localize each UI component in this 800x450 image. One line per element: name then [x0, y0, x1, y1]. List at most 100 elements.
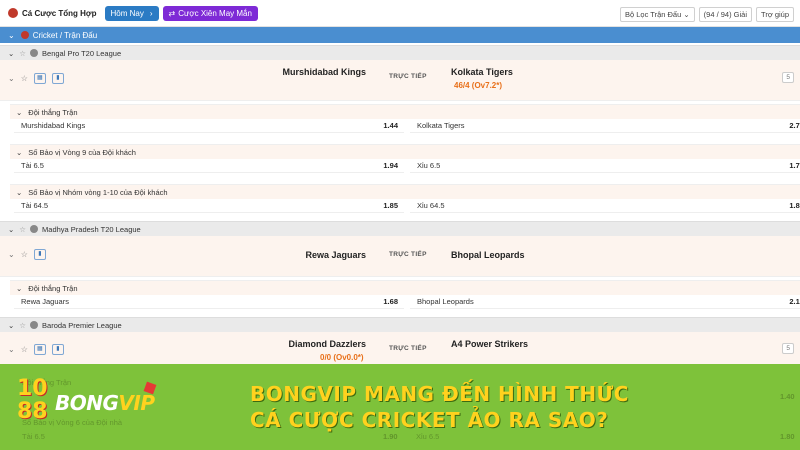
home-team: Murshidabad Kings	[282, 67, 366, 77]
odds-cell[interactable]: Tài 6.5 1.94	[14, 159, 404, 173]
away-team: Kolkata Tigers	[451, 67, 513, 77]
away-team: A4 Power Strikers	[451, 339, 529, 349]
league-name: Madhya Pradesh T20 League	[42, 224, 141, 234]
chevron-right-icon: ⇄	[168, 8, 176, 18]
odds-cell[interactable]: Murshidabad Kings 1.44	[14, 119, 404, 133]
league-icon	[30, 225, 39, 233]
odds-cell[interactable]: Xỉu 6.51.77	[410, 159, 800, 173]
odds-value: 1.68	[383, 297, 398, 306]
match-filter-dropdown[interactable]: Bộ Lọc Trận Đấu ⌄	[619, 7, 695, 22]
odds-row: Rewa Jaguars1.68 Bhopal Leopards2.14	[14, 295, 800, 309]
home-team: Rewa Jaguars	[305, 250, 366, 260]
match-controls: ⌄ ☆ ▦ ▮	[8, 344, 64, 355]
chevron-down-icon: ⌄	[16, 107, 23, 117]
chevron-down-icon[interactable]: ⌄	[8, 345, 15, 354]
home-team: Diamond Dazzlers	[288, 339, 366, 349]
faint-label: Tài 6.5	[22, 432, 45, 441]
star-icon[interactable]: ☆	[21, 250, 28, 259]
league-name: Bengal Pro T20 League	[42, 48, 122, 58]
league-header[interactable]: ⌄ ☆ Bengal Pro T20 League	[0, 45, 800, 60]
odds-value: 2.71	[789, 121, 800, 130]
odds-value: 2.14	[789, 297, 800, 306]
faint-odds: 1.90	[383, 432, 398, 441]
odds-row: Tài 64.51.85 Xỉu 64.51.85	[14, 199, 800, 213]
star-icon[interactable]: ☆	[19, 49, 26, 58]
section-header[interactable]: ⌄ Cricket / Trận Đấu	[0, 27, 800, 43]
league-name: Baroda Premier League	[42, 320, 122, 330]
help-button[interactable]: Trợ giúp	[756, 7, 794, 22]
right-controls: Bộ Lọc Trận Đấu ⌄ (94 / 94) Giải Trợ giú…	[619, 7, 794, 22]
today-button[interactable]: Hôm Nay ›	[104, 5, 159, 21]
chevron-down-icon[interactable]: ⌄	[8, 74, 15, 83]
star-icon[interactable]: ☆	[19, 321, 26, 330]
more-markets-badge[interactable]: 5	[782, 72, 794, 83]
live-status: TRỰC TIẾP	[389, 73, 427, 80]
stats-icon[interactable]: ▮	[33, 249, 46, 260]
odds-cell[interactable]: Tài 64.5 1.85	[14, 199, 404, 213]
bongvip-logo: 10 88 BONGVIP	[17, 378, 187, 433]
chevron-down-icon: ⌄	[8, 224, 15, 234]
match-info-icon[interactable]: ▦	[33, 73, 46, 84]
odds-cell[interactable]: Kolkata Tigers2.71	[410, 119, 800, 133]
star-icon[interactable]: ☆	[19, 225, 26, 234]
market-header[interactable]: ⌄ Số Bảo vị Vòng 9 của Đội khách	[10, 144, 800, 159]
market-header[interactable]: ⌄ Đội thắng Trận	[10, 280, 800, 295]
chevron-down-icon: ⌄	[683, 10, 690, 19]
section-title: Cricket / Trận Đấu	[32, 30, 98, 40]
headline-line-2: CÁ CƯỢC CRICKET ẢO RA SAO?	[250, 408, 609, 432]
market-header[interactable]: ⌄ Số Bảo vị Nhóm vòng 1-10 của Đội khách	[10, 184, 800, 199]
lucky-parlay-label: Cược Xiên May Mắn	[178, 8, 252, 18]
star-icon[interactable]: ☆	[21, 345, 28, 354]
faint-label: Xỉu 6.5	[416, 432, 440, 441]
chevron-down-icon: ⌄	[8, 48, 15, 58]
match-controls: ⌄ ☆ ▦ ▮	[8, 73, 64, 84]
odds-cell[interactable]: Xỉu 64.51.85	[410, 199, 800, 213]
live-score: 46/4 (Ov7.2*)	[454, 81, 503, 90]
chevron-down-icon: ⌄	[16, 283, 23, 293]
logo-number-bottom: 88	[17, 399, 48, 424]
league-icon	[30, 321, 39, 329]
odds-cell[interactable]: Bhopal Leopards2.14	[410, 295, 800, 309]
chevron-down-icon: ⌄	[8, 320, 15, 330]
cricket-ball-icon	[8, 8, 18, 18]
match-row[interactable]: ⌄ ☆ ▮ Rewa Jaguars TRỰC TIẾP Bhopal Leop…	[0, 236, 800, 277]
league-icon	[30, 49, 39, 57]
chevron-down-icon: ⌄	[16, 147, 23, 157]
odds-value: 1.44	[383, 121, 398, 130]
top-bar: Cá Cược Tổng Hợp Hôm Nay › ⇄ Cược Xiên M…	[0, 0, 800, 27]
odds-row: Murshidabad Kings1.44 Kolkata Tigers2.71	[14, 119, 800, 133]
logo-number-top: 10	[17, 376, 48, 401]
chevron-down-icon: ⌄	[16, 187, 23, 197]
cricket-ball-icon	[20, 31, 29, 39]
chevron-down-icon[interactable]: ⌄	[8, 250, 15, 259]
banner-headline: BONGVIP MANG ĐẾN HÌNH THỨC CÁ CƯỢC CRICK…	[250, 381, 629, 433]
chevron-right-icon: ›	[149, 8, 153, 18]
league-count[interactable]: (94 / 94) Giải	[698, 7, 753, 22]
stats-icon[interactable]: ▮	[51, 344, 64, 355]
logo-wordmark: BONGVIP	[55, 391, 155, 415]
live-score: 0/0 (Ov0.0*)	[320, 353, 364, 362]
more-markets-badge[interactable]: 5	[782, 343, 794, 354]
star-icon[interactable]: ☆	[21, 74, 28, 83]
chevron-down-icon: ⌄	[8, 30, 15, 40]
match-controls: ⌄ ☆ ▮	[8, 249, 46, 260]
odds-value: 1.77	[789, 161, 800, 170]
away-team: Bhopal Leopards	[451, 250, 525, 260]
market-title: Đội thắng Trận	[28, 283, 78, 293]
league-header[interactable]: ⌄ ☆ Baroda Premier League	[0, 317, 800, 332]
match-info-icon[interactable]: ▦	[33, 344, 46, 355]
market-header[interactable]: ⌄ Đội thắng Trận	[10, 104, 800, 119]
today-button-label: Hôm Nay	[110, 8, 144, 18]
market-title: Số Bảo vị Nhóm vòng 1-10 của Đội khách	[28, 187, 168, 197]
match-row[interactable]: ⌄ ☆ ▦ ▮ Diamond Dazzlers TRỰC TIẾP A4 Po…	[0, 332, 800, 365]
lucky-parlay-button[interactable]: ⇄ Cược Xiên May Mắn	[162, 5, 258, 21]
odds-cell[interactable]: Rewa Jaguars 1.68	[14, 295, 404, 309]
page-title: Cá Cược Tổng Hợp	[22, 8, 97, 18]
market-title: Số Bảo vị Vòng 9 của Đội khách	[28, 147, 136, 157]
match-row[interactable]: ⌄ ☆ ▦ ▮ Murshidabad Kings TRỰC TIẾP Kolk…	[0, 60, 800, 101]
league-header[interactable]: ⌄ ☆ Madhya Pradesh T20 League	[0, 221, 800, 236]
stats-icon[interactable]: ▮	[51, 73, 64, 84]
faint-odds: 1.40	[780, 392, 795, 401]
market-title: Đội thắng Trận	[28, 107, 78, 117]
faint-odds: 1.80	[780, 432, 795, 441]
